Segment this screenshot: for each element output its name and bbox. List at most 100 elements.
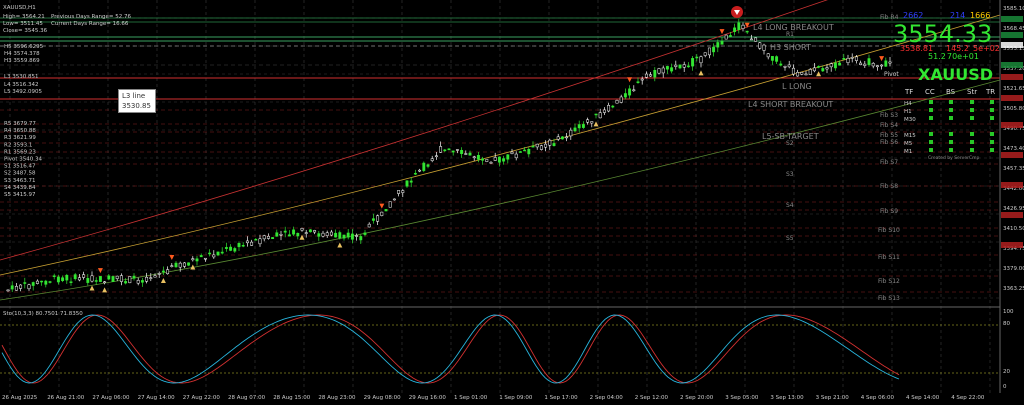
- candle-body: [665, 66, 669, 70]
- candle-body: [397, 190, 401, 194]
- candle-body: [720, 41, 724, 45]
- candle-body: [867, 58, 871, 65]
- candle-body: [418, 169, 422, 172]
- candle-body: [703, 52, 707, 56]
- candle-body: [510, 151, 514, 154]
- candle-body: [623, 93, 627, 98]
- candle-body: [27, 284, 31, 290]
- candle-body: [678, 64, 682, 69]
- long-breakout-label: L4 LONG BREAKOUT: [753, 23, 834, 32]
- candle-body: [464, 153, 468, 155]
- candle-body: [670, 67, 674, 72]
- l3-tooltip: L3 line 3530.85: [118, 89, 156, 113]
- candle-body: [82, 274, 86, 278]
- pivot-mid-label: S3 3463.71: [4, 178, 35, 184]
- candle-body: [527, 149, 531, 155]
- candle-body: [468, 152, 472, 156]
- candle-body: [573, 127, 577, 132]
- symbol-label: XAUUSD: [918, 65, 993, 84]
- candle-body: [413, 172, 417, 175]
- strength-row-label: M15: [904, 133, 916, 139]
- price-tick: 3363.25: [1003, 286, 1024, 292]
- pivot-mid-label: S5 3415.97: [4, 192, 36, 198]
- candle-body: [86, 278, 90, 283]
- time-tick: 4 Sep 22:00: [951, 395, 985, 401]
- candle-body: [439, 146, 443, 153]
- fib-s10-label: Fib S10: [878, 227, 900, 234]
- candle-body: [254, 238, 258, 241]
- candle-body: [754, 37, 758, 42]
- candle-body: [422, 162, 426, 171]
- candle-body: [19, 284, 23, 289]
- candle-body: [313, 230, 317, 233]
- l3-label: L3 3530.851: [4, 74, 39, 80]
- price-tick: 3585.10: [1003, 6, 1024, 12]
- time-tick: 1 Sep 17:00: [544, 395, 578, 401]
- candle-body: [115, 275, 119, 279]
- candle-body: [61, 277, 65, 282]
- candle-body: [548, 139, 552, 146]
- candle-body: [724, 34, 728, 40]
- candle-body: [56, 276, 60, 283]
- price-tag: [1001, 242, 1023, 248]
- candle-body: [749, 38, 753, 41]
- candle-body: [321, 232, 325, 237]
- candle-body: [271, 237, 275, 240]
- candle-body: [224, 247, 228, 249]
- candle-body: [94, 280, 98, 282]
- strength-cell: [990, 140, 994, 144]
- candle-body: [741, 24, 745, 29]
- fib-s13-label: Fib S13: [878, 295, 900, 302]
- candle-body: [350, 233, 354, 240]
- fib-s3-label: Fib S3: [880, 112, 898, 119]
- candle-body: [296, 232, 300, 237]
- price-tag: [1001, 212, 1023, 218]
- candle-body: [136, 280, 140, 284]
- close-value: Close= 3545.36: [3, 28, 48, 34]
- candle-body: [346, 232, 350, 238]
- candle-body: [409, 180, 413, 183]
- candle-body: [586, 119, 590, 123]
- candle-body: [275, 232, 279, 237]
- time-tick: 28 Aug 07:00: [228, 395, 266, 401]
- price-tick: 3505.80: [1003, 106, 1024, 112]
- time-tick: 2 Sep 12:00: [635, 395, 669, 401]
- candle-body: [535, 143, 539, 148]
- candle-body: [699, 56, 703, 64]
- candle-body: [73, 274, 77, 280]
- candle-body: [829, 63, 833, 68]
- strength-cell: [929, 132, 933, 136]
- strength-cell: [990, 132, 994, 136]
- time-tick: 27 Aug 14:00: [138, 395, 176, 401]
- candle-body: [132, 275, 136, 279]
- candle-body: [317, 233, 321, 237]
- candle-body: [859, 62, 863, 65]
- tooltip-title: L3 line: [122, 92, 146, 100]
- strength-cell: [990, 148, 994, 152]
- candle-body: [292, 229, 296, 235]
- candle-body: [594, 113, 598, 116]
- candle-body: [451, 150, 455, 153]
- candle-body: [153, 275, 157, 278]
- candle-body: [233, 248, 237, 252]
- candle-body: [216, 251, 220, 256]
- trading-chart[interactable]: XAUUSD,H1 High= 3564.21 Previous Days Ra…: [0, 0, 1024, 405]
- candle-body: [220, 251, 224, 254]
- strength-cell: [949, 116, 953, 120]
- candle-body: [14, 286, 18, 291]
- fib-s9-label: Fib S9: [880, 208, 898, 215]
- price-tag: [1001, 42, 1023, 48]
- candle-body: [833, 62, 837, 69]
- candle-body: [392, 198, 396, 201]
- time-tick: 28 Aug 23:00: [318, 395, 356, 401]
- pivot-mid-label: S2 3487.58: [4, 171, 36, 177]
- stoch-level: 100: [1003, 309, 1014, 315]
- s4-label: S4: [786, 202, 794, 209]
- candle-body: [707, 47, 711, 56]
- candle-body: [821, 68, 825, 72]
- fib-s5-label: Fib S5: [880, 132, 898, 139]
- candle-body: [712, 46, 716, 53]
- stoch-level: 80: [1003, 321, 1010, 327]
- candle-body: [388, 201, 392, 208]
- h5-label: H5 3596.6295: [4, 44, 44, 50]
